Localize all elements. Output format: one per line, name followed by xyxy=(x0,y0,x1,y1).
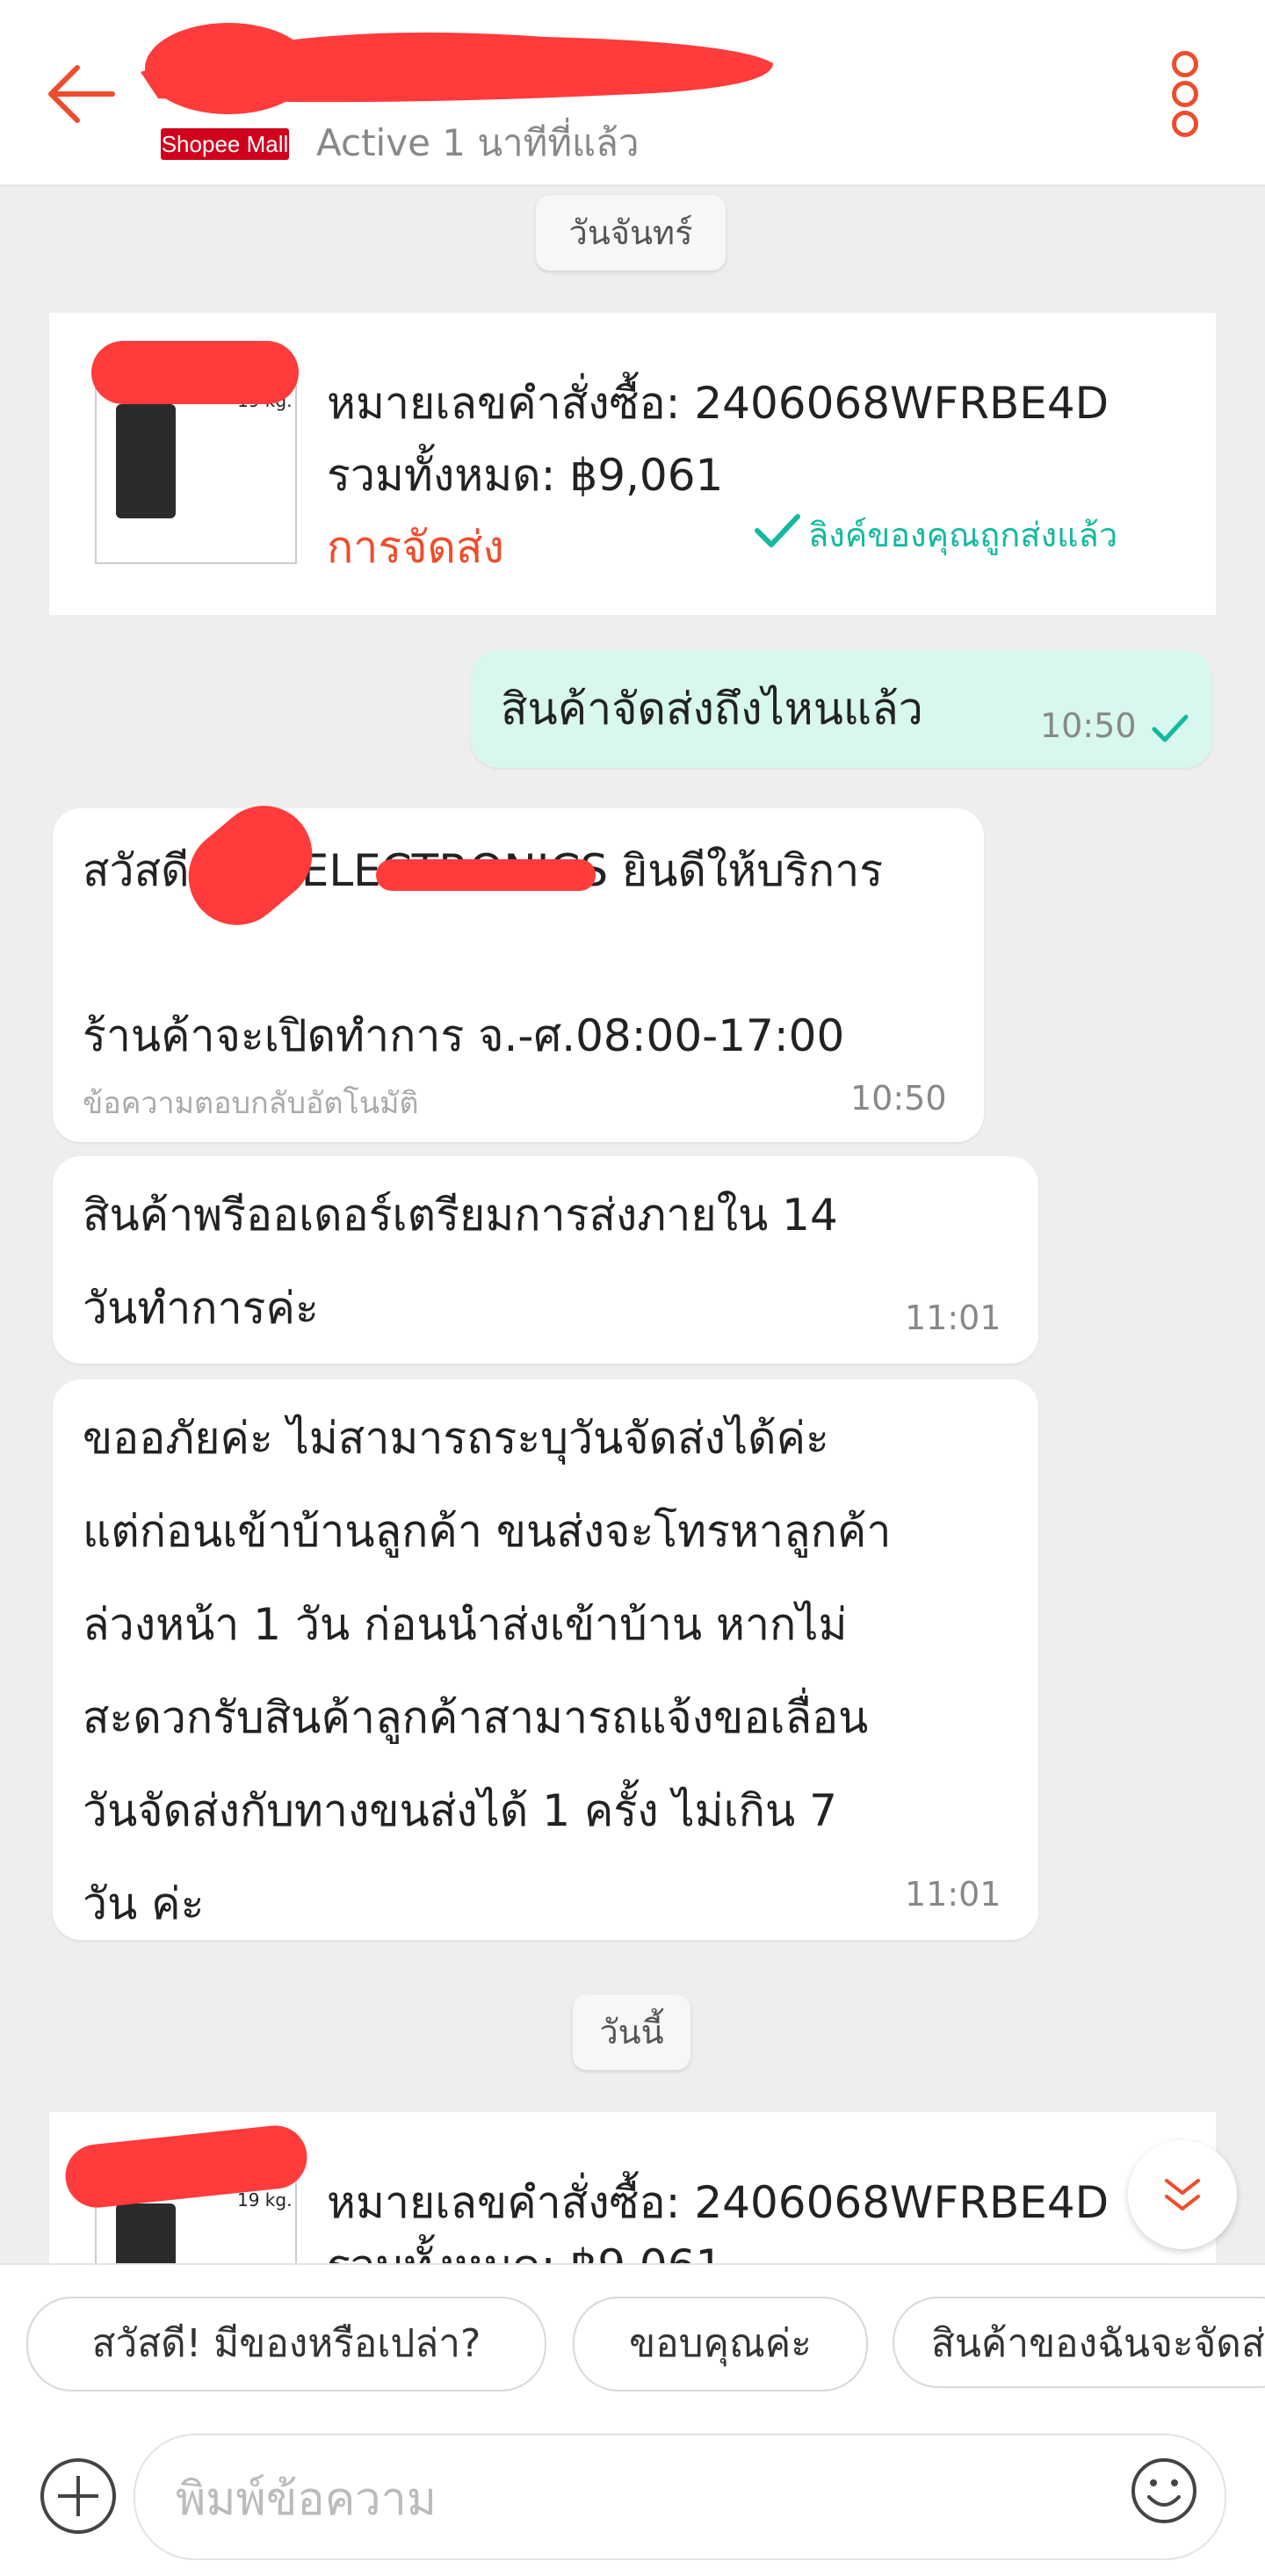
order-number: หมายเลขคำสั่งซื้อ: 2406068WFRBE4D xyxy=(327,378,1110,429)
message-text: สินค้าพรีออเดอร์เตรียมการส่งภายใน 14 วัน… xyxy=(83,1190,838,1334)
washing-machine-image xyxy=(116,404,176,518)
auto-reply-note: ข้อความตอบกลับอัตโนมัติ xyxy=(83,1086,419,1121)
quick-reply-chip[interactable]: สินค้าของฉันจะจัดส่งเมื่อไหร่? xyxy=(893,2297,1265,2388)
message-input-placeholder: พิมพ์ข้อความ xyxy=(176,2473,437,2526)
check-icon xyxy=(755,514,800,547)
active-status: Active 1 นาทีที่แล้ว xyxy=(316,121,640,164)
read-check-icon xyxy=(1152,714,1189,742)
link-sent-label: ลิงค์ของคุณถูกส่งแล้ว xyxy=(808,516,1118,554)
date-separator: วันจันทร์ xyxy=(536,195,726,271)
emoji-icon[interactable] xyxy=(1130,2457,1198,2525)
quick-reply-chip[interactable]: สวัสดี! มีของหรือเปล่า? xyxy=(26,2297,546,2391)
order-number: หมายเลขคำสั่งซื้อ: 2406068WFRBE4D xyxy=(327,2177,1110,2228)
redaction-mark xyxy=(91,341,299,404)
redaction-mark xyxy=(376,859,596,891)
message-time: 11:01 xyxy=(905,1299,1001,1337)
washing-machine-image xyxy=(116,2203,176,2265)
order-total-clipped: รวมทั้งหมด: ฿9,061 xyxy=(327,2232,854,2263)
more-vertical-icon[interactable] xyxy=(1167,51,1205,139)
message-text: ร้านค้าจะเปิดทำการ จ.-ศ.08:00-17:00 xyxy=(83,1010,845,1061)
arrow-left-icon[interactable] xyxy=(42,54,121,134)
message-text: ขออภัยค่ะ ไม่สามารถระบุวันจัดส่งได้ค่ะ แ… xyxy=(83,1413,892,1929)
order-total: รวมทั้งหมด: ฿9,061 xyxy=(327,450,724,501)
message-time: 10:50 xyxy=(850,1079,947,1118)
double-chevron-down-icon xyxy=(1165,2179,1200,2211)
message-text: สินค้าจัดส่งถึงไหนแล้ว xyxy=(501,684,923,734)
message-time: 10:50 xyxy=(1040,706,1137,745)
message-time: 11:01 xyxy=(905,1875,1001,1914)
plus-icon[interactable] xyxy=(40,2458,116,2534)
redaction-mark xyxy=(141,23,773,114)
quick-reply-chip[interactable]: ขอบคุณค่ะ xyxy=(573,2297,868,2391)
order-status: การจัดส่ง xyxy=(327,522,504,573)
scroll-to-bottom-button[interactable] xyxy=(1128,2140,1237,2249)
date-separator: วันนี้ xyxy=(573,1994,690,2070)
shopee-mall-badge: Shopee Mall xyxy=(161,128,289,160)
